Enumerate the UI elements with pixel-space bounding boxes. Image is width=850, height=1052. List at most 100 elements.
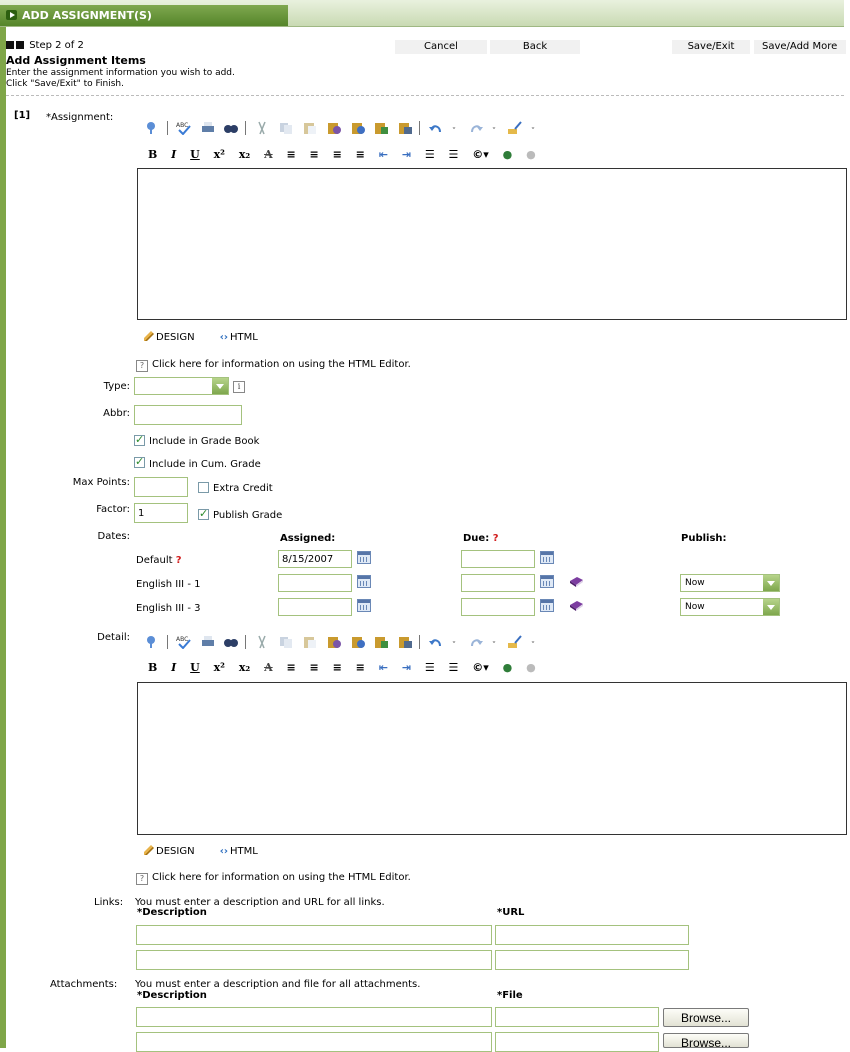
- cut-icon[interactable]: [254, 121, 270, 135]
- calendar-icon[interactable]: [357, 575, 371, 588]
- book-icon[interactable]: [569, 576, 584, 588]
- attachment-file-input[interactable]: [495, 1007, 659, 1027]
- back-button[interactable]: Back: [490, 40, 580, 54]
- outdent-icon[interactable]: ⇤: [379, 148, 388, 161]
- factor-input[interactable]: [134, 503, 188, 523]
- due-date-input[interactable]: [461, 598, 535, 616]
- chevron-down-icon[interactable]: [531, 121, 539, 135]
- chevron-down-icon[interactable]: [531, 635, 539, 649]
- align-right-icon[interactable]: ≡: [333, 148, 342, 161]
- editor-help-link[interactable]: ? Click here for information on using the…: [136, 359, 411, 372]
- underline-icon[interactable]: U: [190, 661, 200, 674]
- paste-text-icon[interactable]: [326, 635, 342, 649]
- outdent-icon[interactable]: ⇤: [379, 661, 388, 674]
- indent-icon[interactable]: ⇥: [402, 148, 411, 161]
- format-brush-icon[interactable]: [507, 120, 523, 135]
- include-cum-grade-checkbox[interactable]: [134, 455, 145, 468]
- due-date-input[interactable]: [461, 574, 535, 592]
- italic-icon[interactable]: I: [171, 148, 176, 161]
- undo-icon[interactable]: [428, 121, 444, 135]
- underline-icon[interactable]: U: [190, 148, 200, 161]
- chevron-down-icon[interactable]: [492, 121, 500, 135]
- link-description-input[interactable]: [136, 950, 492, 970]
- bullet-list-icon[interactable]: ☰: [449, 661, 459, 674]
- indent-icon[interactable]: ⇥: [402, 661, 411, 674]
- assigned-date-input[interactable]: [278, 598, 352, 616]
- assigned-date-input[interactable]: [278, 550, 352, 568]
- calendar-icon[interactable]: [540, 575, 554, 588]
- link-url-input[interactable]: [495, 950, 689, 970]
- save-add-more-button[interactable]: Save/Add More: [754, 40, 846, 54]
- redo-icon[interactable]: [468, 635, 484, 649]
- calendar-icon[interactable]: [540, 599, 554, 612]
- editor-help-link[interactable]: ? Click here for information on using the…: [136, 872, 411, 885]
- abbr-input[interactable]: [134, 405, 242, 425]
- print-icon[interactable]: [200, 635, 216, 649]
- calendar-icon[interactable]: [357, 599, 371, 612]
- bullet-list-icon[interactable]: ☰: [449, 148, 459, 161]
- remove-link-icon[interactable]: ●: [526, 148, 536, 161]
- include-grade-book-checkbox[interactable]: [134, 433, 145, 446]
- copy-icon[interactable]: [278, 635, 294, 649]
- calendar-icon[interactable]: [540, 551, 554, 564]
- link-description-input[interactable]: [136, 925, 492, 945]
- paste-word-icon[interactable]: [350, 121, 366, 135]
- strikethrough-icon[interactable]: A: [264, 148, 273, 161]
- symbol-icon[interactable]: ©▾: [472, 148, 489, 161]
- paste-special-icon[interactable]: [397, 635, 413, 649]
- calendar-icon[interactable]: [357, 551, 371, 564]
- find-icon[interactable]: [223, 121, 239, 135]
- symbol-icon[interactable]: ©▾: [472, 661, 489, 674]
- align-left-icon[interactable]: ≡: [286, 661, 295, 674]
- chevron-down-icon[interactable]: [452, 635, 460, 649]
- justify-icon[interactable]: ≡: [356, 661, 365, 674]
- paste-html-icon[interactable]: [373, 635, 389, 649]
- html-mode-button[interactable]: ‹› HTML: [220, 846, 258, 857]
- copy-icon[interactable]: [278, 121, 294, 135]
- find-icon[interactable]: [223, 635, 239, 649]
- strikethrough-icon[interactable]: A: [264, 661, 273, 674]
- paste-word-icon[interactable]: [350, 635, 366, 649]
- remove-link-icon[interactable]: ●: [526, 661, 536, 674]
- cancel-button[interactable]: Cancel: [395, 40, 487, 54]
- bold-icon[interactable]: B: [148, 661, 157, 674]
- chevron-down-icon[interactable]: [492, 635, 500, 649]
- align-center-icon[interactable]: ≡: [310, 661, 319, 674]
- publish-select[interactable]: Now: [680, 574, 780, 592]
- numbered-list-icon[interactable]: ☰: [425, 148, 435, 161]
- attachment-description-input[interactable]: [136, 1007, 492, 1027]
- book-icon[interactable]: [569, 600, 584, 612]
- subscript-icon[interactable]: x₂: [239, 661, 250, 674]
- due-date-input[interactable]: [461, 550, 535, 568]
- numbered-list-icon[interactable]: ☰: [425, 661, 435, 674]
- publish-select[interactable]: Now: [680, 598, 780, 616]
- browse-button[interactable]: Browse...: [663, 1033, 749, 1048]
- html-mode-button[interactable]: ‹› HTML: [220, 332, 258, 343]
- spellcheck-icon[interactable]: [145, 121, 161, 135]
- browse-button[interactable]: Browse...: [663, 1008, 749, 1027]
- abc-check-icon[interactable]: ABC: [176, 635, 192, 649]
- paste-text-icon[interactable]: [326, 121, 342, 135]
- design-mode-button[interactable]: DESIGN: [144, 331, 195, 343]
- link-url-input[interactable]: [495, 925, 689, 945]
- italic-icon[interactable]: I: [171, 661, 176, 674]
- print-icon[interactable]: [200, 121, 216, 135]
- justify-icon[interactable]: ≡: [356, 148, 365, 161]
- cut-icon[interactable]: [254, 635, 270, 649]
- detail-editor[interactable]: [137, 682, 847, 835]
- attachment-file-input[interactable]: [495, 1032, 659, 1052]
- attachment-description-input[interactable]: [136, 1032, 492, 1052]
- spellcheck-icon[interactable]: [145, 635, 161, 649]
- format-brush-icon[interactable]: [507, 634, 523, 649]
- max-points-input[interactable]: [134, 477, 188, 497]
- paste-special-icon[interactable]: [397, 121, 413, 135]
- align-left-icon[interactable]: ≡: [286, 148, 295, 161]
- save-exit-button[interactable]: Save/Exit: [672, 40, 750, 54]
- extra-credit-checkbox[interactable]: [198, 482, 209, 493]
- undo-icon[interactable]: [428, 635, 444, 649]
- subscript-icon[interactable]: x₂: [239, 148, 250, 161]
- align-right-icon[interactable]: ≡: [333, 661, 342, 674]
- insert-link-icon[interactable]: ●: [503, 661, 513, 674]
- abc-check-icon[interactable]: ABC: [176, 121, 192, 135]
- paste-icon[interactable]: [302, 121, 318, 135]
